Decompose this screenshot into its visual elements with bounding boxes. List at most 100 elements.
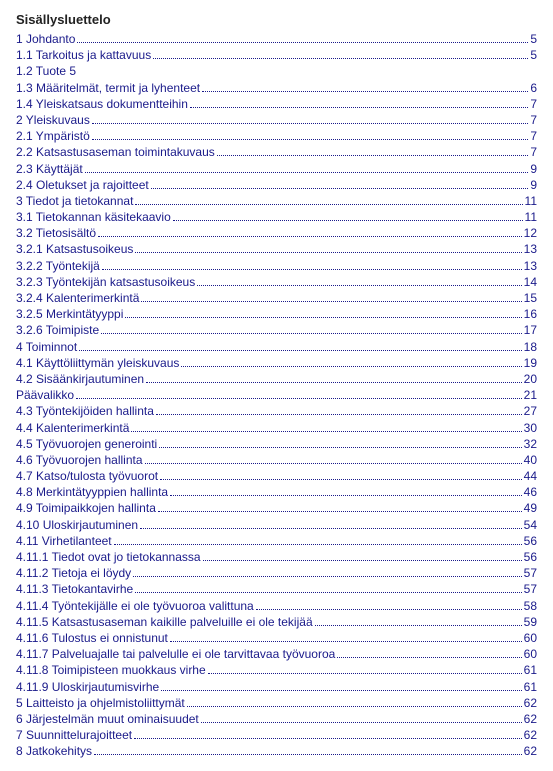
toc-entry[interactable]: 8 Jatkokehitys62 <box>16 743 537 759</box>
toc-entry[interactable]: 7 Suunnittelurajoitteet62 <box>16 727 537 743</box>
toc-entry-page: 7 <box>530 144 537 160</box>
toc-entry-page: 7 <box>530 96 537 112</box>
toc-entry-label: 4.11.5 Katsastusaseman kaikille palvelui… <box>16 614 313 630</box>
toc-entry-label: 5 Laitteisto ja ohjelmistoliittymät <box>16 695 185 711</box>
toc-entry-page: 20 <box>524 371 537 387</box>
toc-entry[interactable]: 2.3 Käyttäjät 9 <box>16 161 537 177</box>
toc-leader-dots <box>85 172 529 173</box>
toc-entry[interactable]: 4.11.5 Katsastusaseman kaikille palvelui… <box>16 614 537 630</box>
toc-leader-dots <box>190 107 528 108</box>
toc-entry[interactable]: 1.4 Yleiskatsaus dokumentteihin7 <box>16 96 537 112</box>
toc-entry[interactable]: 5 Laitteisto ja ohjelmistoliittymät62 <box>16 695 537 711</box>
toc-entry[interactable]: 4.1 Käyttöliittymän yleiskuvaus19 <box>16 355 537 371</box>
toc-entry[interactable]: 3.2.2 Työntekijä13 <box>16 258 537 274</box>
toc-entry-page: 61 <box>524 679 537 695</box>
toc-list: 1 Johdanto51.1 Tarkoitus ja kattavuus51.… <box>16 31 537 759</box>
toc-entry[interactable]: 4.11.8 Toimipisteen muokkaus virhe61 <box>16 662 537 678</box>
toc-entry[interactable]: 3.2.5 Merkintätyyppi16 <box>16 306 537 322</box>
toc-entry[interactable]: 3.2.6 Toimipiste 17 <box>16 322 537 338</box>
toc-entry[interactable]: 3.1 Tietokannan käsitekaavio11 <box>16 209 537 225</box>
toc-entry-label: 4.8 Merkintätyyppien hallinta <box>16 484 168 500</box>
toc-entry-label: 3.2.5 Merkintätyyppi <box>16 306 123 322</box>
toc-entry-page: 11 <box>525 193 537 209</box>
toc-entry-label: 4.11.3 Tietokantavirhe <box>16 581 133 597</box>
toc-entry[interactable]: 3 Tiedot ja tietokannat 11 <box>16 193 537 209</box>
toc-entry[interactable]: 4.8 Merkintätyyppien hallinta46 <box>16 484 537 500</box>
toc-entry[interactable]: 4.10 Uloskirjautuminen54 <box>16 517 537 533</box>
toc-entry[interactable]: 4 Toiminnot18 <box>16 339 537 355</box>
toc-entry[interactable]: 1.2 Tuote 5 <box>16 63 537 79</box>
toc-entry[interactable]: 2.4 Oletukset ja rajoitteet9 <box>16 177 537 193</box>
toc-entry-label: 3.2.6 Toimipiste <box>16 322 99 338</box>
toc-entry-label: 2.1 Ympäristö <box>16 128 90 144</box>
toc-entry[interactable]: 4.11 Virhetilanteet56 <box>16 533 537 549</box>
toc-entry[interactable]: 4.5 Työvuorojen generointi32 <box>16 436 537 452</box>
toc-entry[interactable]: 4.11.7 Palveluajalle tai palvelulle ei o… <box>16 646 537 662</box>
toc-entry-page: 14 <box>524 274 537 290</box>
toc-entry[interactable]: 3.2 Tietosisältö12 <box>16 225 537 241</box>
toc-leader-dots <box>202 91 528 92</box>
toc-leader-dots <box>170 641 522 642</box>
toc-entry-label: 4.10 Uloskirjautuminen <box>16 517 138 533</box>
toc-entry[interactable]: 4.11.3 Tietokantavirhe57 <box>16 581 537 597</box>
toc-leader-dots <box>133 576 521 577</box>
toc-leader-dots <box>181 366 521 367</box>
toc-entry-label: 2.3 Käyttäjät <box>16 161 83 177</box>
toc-entry[interactable]: 1.3 Määritelmät, termit ja lyhenteet6 <box>16 80 537 96</box>
toc-entry[interactable]: 4.11.4 Työntekijälle ei ole työvuoroa va… <box>16 598 537 614</box>
toc-leader-dots <box>101 333 521 334</box>
toc-entry[interactable]: 2.1 Ympäristö7 <box>16 128 537 144</box>
toc-entry-label: 7 Suunnittelurajoitteet <box>16 727 132 743</box>
toc-leader-dots <box>173 220 523 221</box>
toc-entry[interactable]: 4.7 Katso/tulosta työvuorot44 <box>16 468 537 484</box>
toc-title: Sisällysluettelo <box>16 12 537 27</box>
toc-leader-dots <box>125 317 521 318</box>
toc-entry-page: 17 <box>524 322 537 338</box>
toc-entry-page: 62 <box>524 743 537 759</box>
toc-leader-dots <box>337 657 521 658</box>
toc-entry[interactable]: 6 Järjestelmän muut ominaisuudet62 <box>16 711 537 727</box>
toc-entry[interactable]: 4.11.2 Tietoja ei löydy57 <box>16 565 537 581</box>
toc-entry[interactable]: 2 Yleiskuvaus7 <box>16 112 537 128</box>
toc-entry-page: 60 <box>524 630 537 646</box>
toc-leader-dots <box>94 754 522 755</box>
toc-entry-page: 9 <box>530 161 537 177</box>
toc-entry[interactable]: 4.9 Toimipaikkojen hallinta49 <box>16 500 537 516</box>
toc-entry-page: 40 <box>524 452 537 468</box>
toc-leader-dots <box>256 609 522 610</box>
toc-entry[interactable]: 4.11.6 Tulostus ei onnistunut60 <box>16 630 537 646</box>
toc-entry[interactable]: 3.2.3 Työntekijän katsastusoikeus14 <box>16 274 537 290</box>
toc-entry-page: 44 <box>524 468 537 484</box>
toc-entry-page: 30 <box>524 420 537 436</box>
toc-entry-label: 4.11.1 Tiedot ovat jo tietokannassa <box>16 549 201 565</box>
toc-entry-label: 4.4 Kalenterimerkintä <box>16 420 129 436</box>
toc-entry-label: 2 Yleiskuvaus <box>16 112 90 128</box>
toc-entry[interactable]: 4.11.1 Tiedot ovat jo tietokannassa 56 <box>16 549 537 565</box>
toc-entry[interactable]: 4.6 Työvuorojen hallinta 40 <box>16 452 537 468</box>
toc-entry-page: 56 <box>524 533 537 549</box>
toc-entry[interactable]: 4.3 Työntekijöiden hallinta27 <box>16 403 537 419</box>
toc-entry-page: 18 <box>524 339 537 355</box>
toc-entry[interactable]: 4.11.9 Uloskirjautumisvirhe61 <box>16 679 537 695</box>
toc-entry[interactable]: 1.1 Tarkoitus ja kattavuus5 <box>16 47 537 63</box>
toc-entry[interactable]: 4.4 Kalenterimerkintä 30 <box>16 420 537 436</box>
toc-entry[interactable]: 3.2.1 Katsastusoikeus13 <box>16 241 537 257</box>
toc-entry[interactable]: 4.2 Sisäänkirjautuminen20 <box>16 371 537 387</box>
toc-entry[interactable]: Päävalikko21 <box>16 387 537 403</box>
toc-leader-dots <box>114 544 522 545</box>
toc-entry-label: 3.2.1 Katsastusoikeus <box>16 241 133 257</box>
toc-entry-label: 4.6 Työvuorojen hallinta <box>16 452 143 468</box>
toc-entry-page: 61 <box>524 662 537 678</box>
toc-leader-dots <box>170 495 522 496</box>
toc-entry-page: 12 <box>524 225 537 241</box>
toc-entry-label: 3 Tiedot ja tietokannat <box>16 193 133 209</box>
toc-entry-page: 60 <box>524 646 537 662</box>
toc-entry-label: 4.11.7 Palveluajalle tai palvelulle ei o… <box>16 646 335 662</box>
toc-entry[interactable]: 1 Johdanto5 <box>16 31 537 47</box>
toc-entry-page: 56 <box>524 549 537 565</box>
toc-entry[interactable]: 2.2 Katsastusaseman toimintakuvaus7 <box>16 144 537 160</box>
toc-leader-dots <box>135 592 521 593</box>
toc-entry[interactable]: 3.2.4 Kalenterimerkintä15 <box>16 290 537 306</box>
toc-entry-label: 6 Järjestelmän muut ominaisuudet <box>16 711 199 727</box>
toc-entry-label: 2.4 Oletukset ja rajoitteet <box>16 177 149 193</box>
